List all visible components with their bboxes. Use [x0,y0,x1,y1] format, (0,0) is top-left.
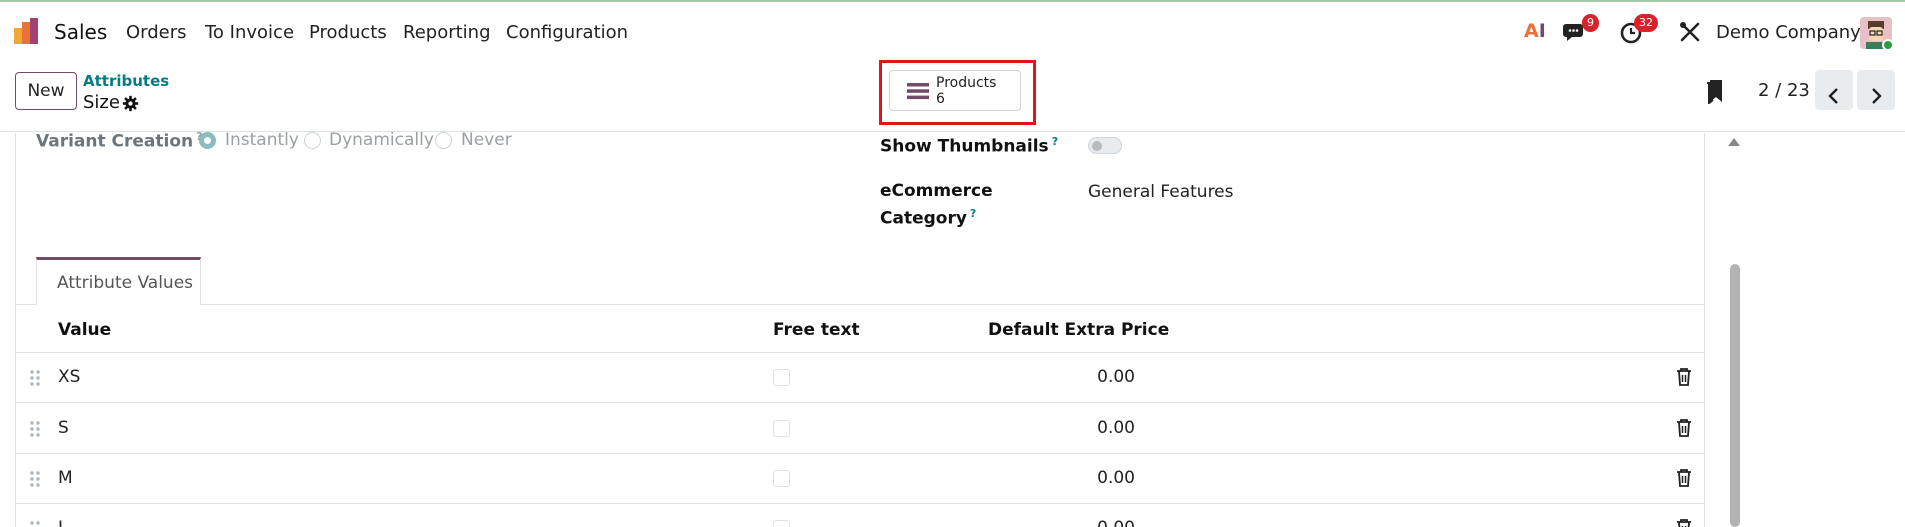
pager-previous-button[interactable] [1815,70,1853,110]
toggle-knob [1092,141,1102,151]
scrollbar-thumb[interactable] [1730,264,1740,527]
free-text-checkbox[interactable] [773,420,790,437]
trash-icon[interactable] [1675,468,1693,488]
trash-icon[interactable] [1675,367,1693,387]
trash-icon[interactable] [1675,518,1693,527]
menu-orders[interactable]: Orders [126,22,187,43]
online-status-icon [1882,39,1894,51]
messages-badge: 9 [1582,14,1599,32]
control-panel: New Attributes Size Products 6 2 / 23 [0,60,1905,132]
menu-products[interactable]: Products [309,22,387,43]
new-button[interactable]: New [15,72,77,110]
column-header-value[interactable]: Value [58,320,111,340]
pager-value[interactable]: 2 / 23 [1758,80,1810,101]
value-cell[interactable]: M [58,468,73,488]
tab-attribute-values[interactable]: Attribute Values [36,257,201,305]
menu-configuration[interactable]: Configuration [506,22,628,43]
smart-button-label: Products [936,75,997,91]
show-thumbnails-label: Show Thumbnails? [880,135,1059,157]
table-row[interactable]: XS 0.00 [15,353,1705,403]
table-row[interactable]: M 0.00 [15,454,1705,504]
value-cell[interactable]: S [58,418,69,438]
extra-price-cell[interactable]: 0.00 [975,518,1135,527]
variant-creation-label: Variant Creation? [36,130,203,152]
gear-icon[interactable] [122,95,139,112]
record-title: Size [83,92,120,113]
chevron-right-icon [1872,87,1882,104]
extra-price-cell[interactable]: 0.00 [975,468,1135,488]
radio-instantly-label[interactable]: Instantly [225,130,299,150]
show-thumbnails-toggle[interactable] [1088,137,1122,154]
ai-icon[interactable]: AI [1524,20,1546,42]
value-cell[interactable]: L [58,518,67,527]
pager-next-button[interactable] [1857,70,1895,110]
free-text-checkbox[interactable] [773,369,790,386]
ecommerce-category-label-line2: Category? [880,207,977,229]
column-header-free-text[interactable]: Free text [773,320,860,340]
smart-button-count: 6 [936,91,945,107]
menu-to-invoice[interactable]: To Invoice [205,22,294,43]
free-text-checkbox[interactable] [773,470,790,487]
extra-price-cell[interactable]: 0.00 [975,418,1135,438]
list-icon [907,83,929,100]
app-logo-icon[interactable] [12,16,42,46]
scroll-up-arrow-icon[interactable] [1728,138,1740,146]
drag-handle-icon[interactable] [29,470,41,488]
value-cell[interactable]: XS [58,367,80,387]
extra-price-cell[interactable]: 0.00 [975,367,1135,387]
table-row[interactable]: L 0.00 [15,504,1705,527]
menu-reporting[interactable]: Reporting [403,22,491,43]
activities-badge: 32 [1634,14,1658,32]
ecommerce-category-value[interactable]: General Features [1088,182,1234,202]
trash-icon[interactable] [1675,418,1693,438]
radio-dynamically[interactable] [304,132,321,149]
drag-handle-icon[interactable] [29,520,41,527]
radio-instantly[interactable] [199,132,216,149]
company-switcher[interactable]: Demo Company [1716,22,1861,43]
tools-icon[interactable] [1676,18,1704,46]
drag-handle-icon[interactable] [29,420,41,438]
radio-never-label[interactable]: Never [461,130,512,150]
breadcrumb-attributes[interactable]: Attributes [83,72,169,90]
radio-never[interactable] [435,132,452,149]
main-navbar: Sales Orders To Invoice Products Reporti… [0,2,1905,60]
products-smart-button[interactable]: Products 6 [889,70,1021,111]
ecommerce-category-label-line1: eCommerce [880,181,993,201]
bookmark-icon[interactable] [1704,78,1726,104]
column-header-default-extra-price[interactable]: Default Extra Price [988,320,1169,340]
drag-handle-icon[interactable] [29,369,41,387]
tab-attribute-values-label: Attribute Values [57,273,194,293]
table-row[interactable]: S 0.00 [15,404,1705,454]
chevron-left-icon [1828,87,1838,104]
app-name[interactable]: Sales [54,20,107,44]
free-text-checkbox[interactable] [773,520,790,527]
radio-dynamically-label[interactable]: Dynamically [329,130,434,150]
tab-divider [15,304,1705,305]
